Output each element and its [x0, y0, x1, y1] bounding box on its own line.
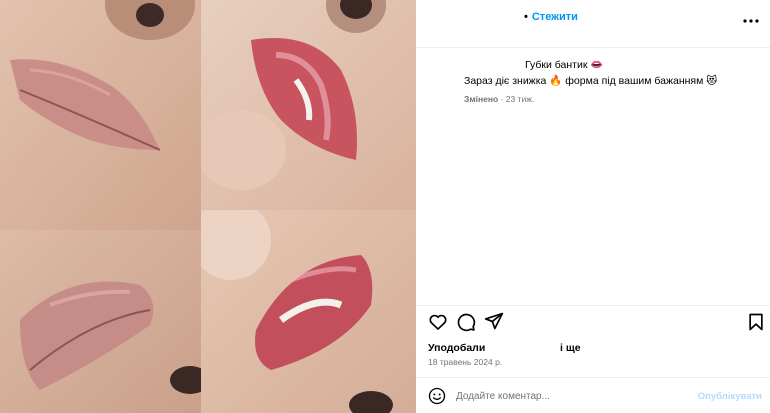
emoji-icon[interactable] — [428, 387, 446, 405]
separator-dot: • — [524, 11, 528, 23]
post-side-panel: • Стежити Губки бантик 👄 Зараз діє знижка… — [416, 0, 770, 413]
lips-photo-before-top — [0, 0, 201, 230]
post-age[interactable]: 23 тиж. — [506, 94, 535, 104]
caption-line-1: Губки бантик 👄 — [525, 59, 604, 71]
follow-label: Стежити — [531, 11, 578, 23]
likes-others[interactable]: і ще — [560, 342, 581, 354]
post-date[interactable]: 18 травень 2024 р. — [428, 357, 502, 367]
caption-line-2: Зараз діє знижка 🔥 форма під вашим бажан… — [464, 75, 718, 87]
actions-divider — [416, 305, 770, 306]
post-caption: Губки бантик 👄 Зараз діє знижка 🔥 форма … — [464, 58, 760, 104]
post-header: • Стежити — [416, 0, 770, 48]
comment-input[interactable] — [456, 387, 686, 405]
caption-meta: Змінено · 23 тиж. — [464, 94, 535, 104]
comment-bar: Опублікувати — [416, 377, 770, 413]
lips-photo-after-top — [201, 0, 416, 210]
comment-icon[interactable] — [456, 312, 476, 332]
lips-photo-before-bottom — [0, 230, 201, 413]
publish-button[interactable]: Опублікувати — [698, 391, 762, 402]
lips-photo-after-bottom — [201, 210, 416, 413]
share-icon[interactable] — [484, 311, 504, 331]
bookmark-icon[interactable] — [746, 312, 766, 332]
post-media-collage[interactable] — [0, 0, 416, 413]
follow-button[interactable]: • Стежити — [524, 11, 578, 23]
heart-icon[interactable] — [428, 312, 448, 332]
edited-label: Змінено — [464, 94, 499, 104]
likes-label[interactable]: Уподобали — [428, 342, 485, 354]
more-horizontal-icon[interactable] — [742, 12, 760, 30]
